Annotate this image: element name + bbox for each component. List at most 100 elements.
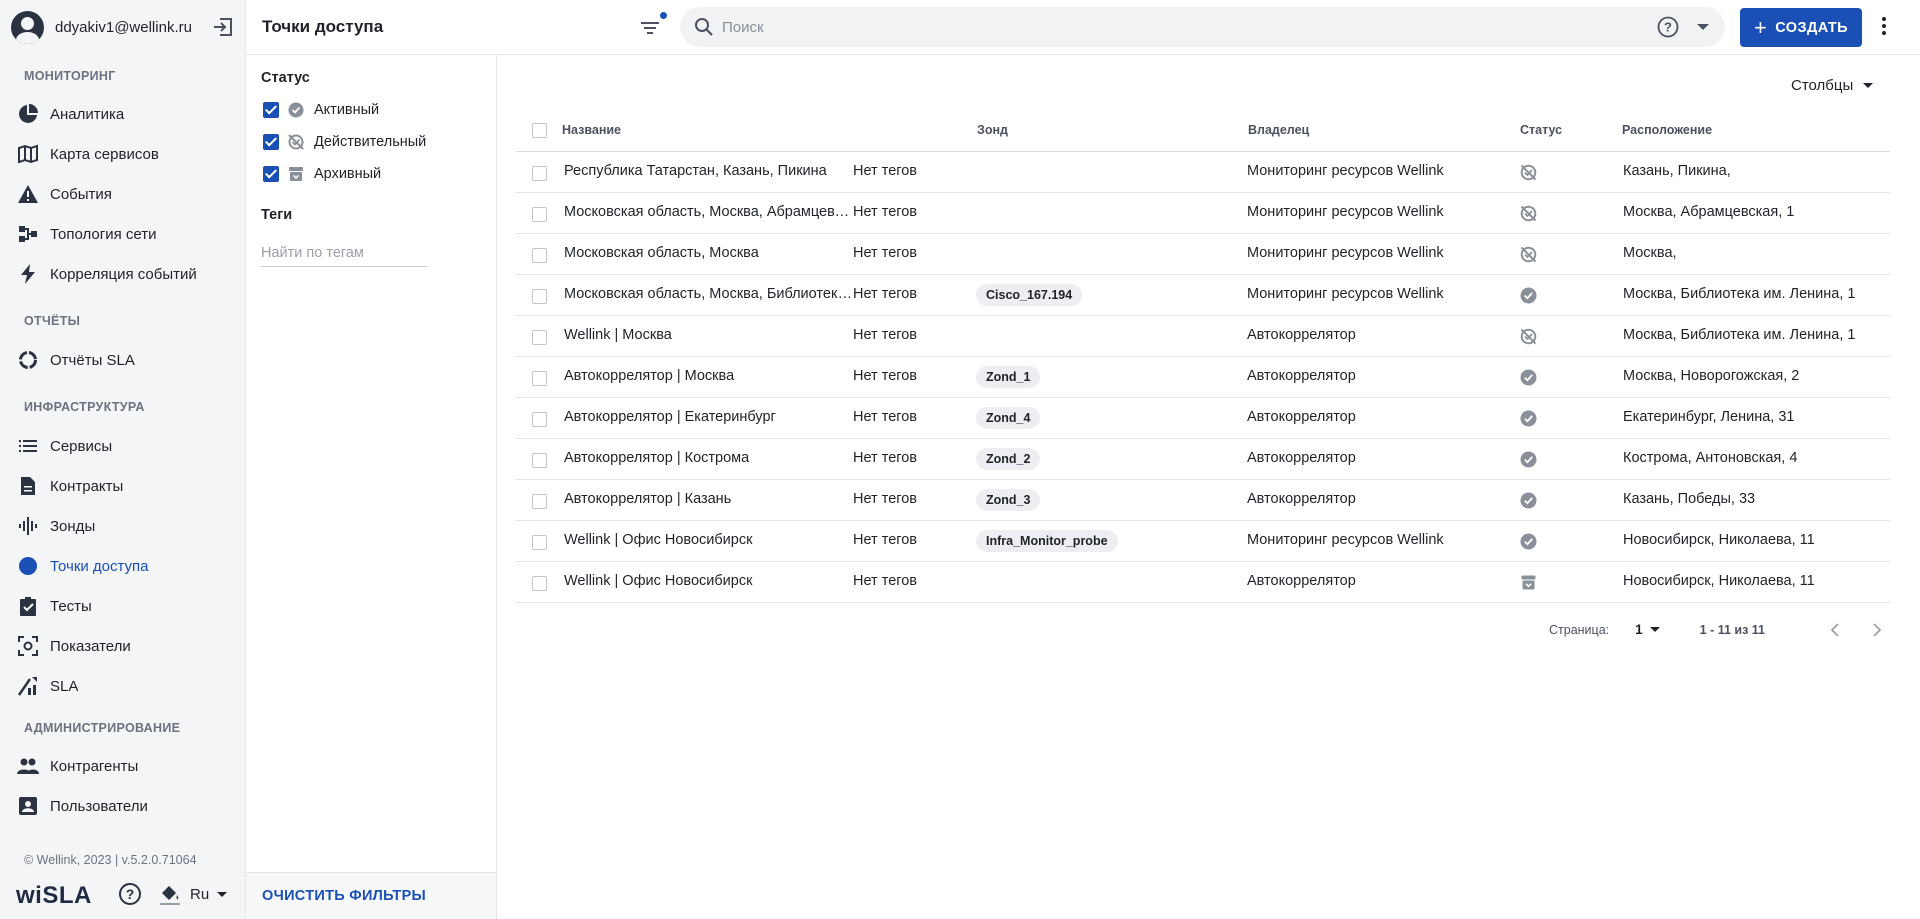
row-checkbox[interactable] bbox=[532, 330, 547, 345]
sidebar-item-topology[interactable]: Топология сети bbox=[0, 216, 246, 252]
user-menu[interactable]: ddyakiv1@wellink.ru bbox=[0, 0, 246, 54]
archive-icon bbox=[289, 167, 303, 181]
sidebar-item-label: SLA bbox=[50, 677, 79, 695]
sidebar-item-label: Топология сети bbox=[50, 225, 157, 243]
search-input[interactable] bbox=[722, 18, 1622, 36]
probe-chip[interactable]: Zond_4 bbox=[976, 407, 1041, 429]
table-row[interactable]: Автокоррелятор | Москва Нет тегов Zond_1 Ав… bbox=[516, 357, 1890, 398]
cell-tags: Нет тегов bbox=[853, 532, 918, 548]
cell-name[interactable]: Автокоррелятор | Кострома bbox=[564, 450, 854, 466]
sidebar-item-tests[interactable]: Тесты bbox=[0, 588, 246, 624]
table-row[interactable]: Московская область, Москва, Библиотека и… bbox=[516, 275, 1890, 316]
chevron-left-icon[interactable] bbox=[1828, 622, 1844, 638]
row-checkbox[interactable] bbox=[532, 207, 547, 222]
sidebar-item-analytics[interactable]: Аналитика bbox=[0, 96, 246, 132]
sidebar-item-contracts[interactable]: Контракты bbox=[0, 468, 246, 504]
table-row[interactable]: Автокоррелятор | Казань Нет тегов Zond_3 Ав… bbox=[516, 480, 1890, 521]
sidebar-item-metrics[interactable]: Показатели bbox=[0, 628, 246, 664]
row-checkbox[interactable] bbox=[532, 576, 547, 591]
sidebar-item-sla[interactable]: SLA bbox=[0, 668, 246, 704]
donut-icon bbox=[17, 349, 39, 371]
cell-owner: Автокоррелятор bbox=[1247, 327, 1356, 343]
status-filter-valid[interactable]: Действительный bbox=[263, 130, 426, 154]
row-checkbox[interactable] bbox=[532, 412, 547, 427]
sidebar-item-counterparties[interactable]: Контрагенты bbox=[0, 748, 246, 784]
row-checkbox[interactable] bbox=[532, 289, 547, 304]
table-row[interactable]: Wellink | Офис Новосибирск Нет тегов Infra… bbox=[516, 521, 1890, 562]
table-row[interactable]: Wellink | Москва Нет тегов Автокоррелятор М… bbox=[516, 316, 1890, 357]
cell-name[interactable]: Автокоррелятор | Екатеринбург bbox=[564, 409, 854, 425]
row-checkbox[interactable] bbox=[532, 166, 547, 181]
table-row[interactable]: Wellink | Офис Новосибирск Нет тегов Авток… bbox=[516, 562, 1890, 603]
logout-icon[interactable] bbox=[212, 17, 234, 37]
columns-button[interactable]: Столбцы bbox=[1791, 77, 1874, 94]
cell-name[interactable]: Автокоррелятор | Казань bbox=[564, 491, 854, 507]
pie-chart-icon bbox=[17, 103, 39, 125]
language-select[interactable]: Ru bbox=[190, 886, 228, 903]
page-select[interactable]: 1 bbox=[1635, 622, 1660, 637]
table-row[interactable]: Республика Татарстан, Казань, Пикина Нет … bbox=[516, 152, 1890, 193]
cell-name[interactable]: Московская область, Москва bbox=[564, 245, 854, 261]
cell-name[interactable]: Республика Татарстан, Казань, Пикина bbox=[564, 163, 854, 179]
column-header-status[interactable]: Статус bbox=[1520, 123, 1562, 137]
table-row[interactable]: Московская область, Москва, Абрамцевская… bbox=[516, 193, 1890, 234]
clear-filters-button[interactable]: ОЧИСТИТЬ ФИЛЬТРЫ bbox=[262, 888, 426, 904]
check-circle-icon bbox=[288, 102, 304, 118]
sidebar-item-correlation[interactable]: Корреляция событий bbox=[0, 256, 246, 292]
checkbox-checked[interactable] bbox=[263, 134, 279, 150]
checkbox-checked[interactable] bbox=[263, 102, 279, 118]
sidebar-item-label: Сервисы bbox=[50, 437, 113, 455]
cell-name[interactable]: Московская область, Москва, Библиотека и… bbox=[564, 286, 854, 302]
table-row[interactable]: Московская область, Москва Нет тегов Монит… bbox=[516, 234, 1890, 275]
probe-chip[interactable]: Zond_1 bbox=[976, 366, 1041, 388]
more-vert-icon[interactable] bbox=[1882, 17, 1888, 39]
help-circle-icon[interactable]: ? bbox=[1657, 16, 1679, 38]
filter-icon[interactable] bbox=[638, 16, 662, 40]
pagination: Страница: 1 1 - 11 из 11 bbox=[1549, 622, 1765, 637]
caret-down-icon bbox=[1863, 83, 1874, 88]
status-filter-title: Статус bbox=[261, 70, 310, 86]
cell-name[interactable]: Автокоррелятор | Москва bbox=[564, 368, 854, 384]
page-number: 1 bbox=[1635, 622, 1643, 637]
row-checkbox[interactable] bbox=[532, 494, 547, 509]
status-filter-active[interactable]: Активный bbox=[263, 98, 379, 122]
column-header-owner[interactable]: Владелец bbox=[1248, 123, 1309, 137]
sidebar-item-sla-reports[interactable]: Отчёты SLA bbox=[0, 342, 246, 378]
probe-chip[interactable]: Cisco_167.194 bbox=[976, 284, 1083, 306]
sidebar-item-service-map[interactable]: Карта сервисов bbox=[0, 136, 246, 172]
checkbox-checked[interactable] bbox=[263, 166, 279, 182]
sidebar-item-label: Тесты bbox=[50, 597, 92, 615]
table-row[interactable]: Автокоррелятор | Екатеринбург Нет тегов Zo… bbox=[516, 398, 1890, 439]
column-header-probe[interactable]: Зонд bbox=[977, 123, 1008, 137]
select-all-checkbox[interactable] bbox=[532, 123, 547, 138]
help-icon[interactable]: ? bbox=[118, 882, 142, 906]
column-header-name[interactable]: Название bbox=[562, 123, 621, 137]
probe-chip[interactable]: Zond_3 bbox=[976, 489, 1041, 511]
cell-name[interactable]: Wellink | Офис Новосибирск bbox=[564, 532, 854, 548]
row-checkbox[interactable] bbox=[532, 371, 547, 386]
cell-name[interactable]: Московская область, Москва, Абрамцевская bbox=[564, 204, 854, 220]
sidebar-item-services[interactable]: Сервисы bbox=[0, 428, 246, 464]
probe-chip[interactable]: Zond_2 bbox=[976, 448, 1041, 470]
cell-name[interactable]: Wellink | Офис Новосибирск bbox=[564, 573, 854, 589]
sidebar-item-access-points[interactable]: Точки доступа bbox=[0, 548, 246, 584]
list-icon bbox=[17, 435, 39, 457]
sidebar-item-users[interactable]: Пользователи bbox=[0, 788, 246, 824]
table-row[interactable]: Автокоррелятор | Кострома Нет тегов Zond_2… bbox=[516, 439, 1890, 480]
row-checkbox[interactable] bbox=[532, 535, 547, 550]
status-filter-archived[interactable]: Архивный bbox=[263, 162, 381, 186]
cell-name[interactable]: Wellink | Москва bbox=[564, 327, 854, 343]
sidebar-item-events[interactable]: События bbox=[0, 176, 246, 212]
paint-bucket-icon[interactable] bbox=[158, 882, 182, 906]
search-options-dropdown[interactable] bbox=[1697, 24, 1709, 30]
create-button[interactable]: + СОЗДАТЬ bbox=[1740, 8, 1862, 47]
row-checkbox[interactable] bbox=[532, 453, 547, 468]
sidebar-item-probes[interactable]: Зонды bbox=[0, 508, 246, 544]
probe-chip[interactable]: Infra_Monitor_probe bbox=[976, 530, 1118, 552]
column-header-location[interactable]: Расположение bbox=[1622, 123, 1712, 137]
tags-search-input[interactable] bbox=[261, 239, 427, 267]
chevron-right-icon[interactable] bbox=[1868, 622, 1884, 638]
cell-probe: Zond_4 bbox=[976, 407, 1041, 429]
row-checkbox[interactable] bbox=[532, 248, 547, 263]
status-valid-icon bbox=[1520, 246, 1537, 263]
